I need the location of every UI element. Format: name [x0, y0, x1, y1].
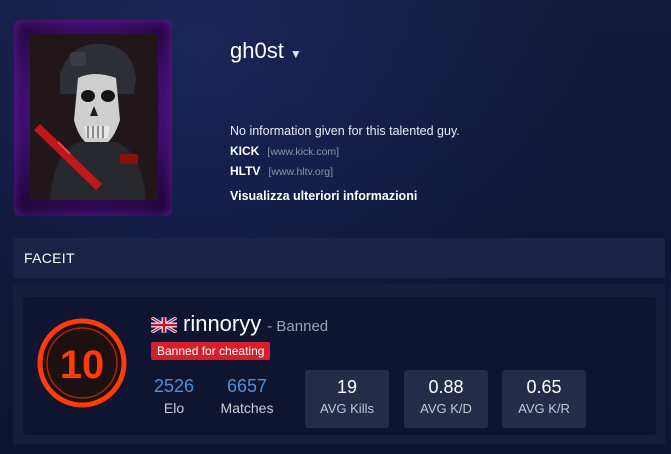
- stat-value: 0.65: [526, 377, 562, 397]
- stat-elo: 2526 Elo: [150, 376, 198, 416]
- stat-value: 0.88: [428, 377, 464, 397]
- stat-value: 2526: [153, 376, 195, 396]
- faceit-section-title: FACEIT: [24, 250, 75, 266]
- stat-box-avg-kr: 0.65 AVG K/R: [502, 370, 586, 428]
- ban-badge: Banned for cheating: [151, 342, 271, 360]
- stat-matches: 6657 Matches: [216, 376, 278, 416]
- profile-link-hltv[interactable]: HLTV [www.hltv.org]: [230, 164, 333, 178]
- faceit-level: 10: [60, 343, 105, 387]
- stat-label: AVG K/R: [518, 401, 570, 416]
- uk-flag-icon: [151, 317, 177, 333]
- stat-box-avg-kills: 19 AVG Kills: [305, 370, 389, 428]
- faceit-section-header: FACEIT: [13, 238, 665, 278]
- profile-name-dropdown[interactable]: gh0st ▼: [230, 38, 302, 64]
- profile-username: gh0st: [230, 38, 284, 63]
- avatar-image: [30, 34, 158, 200]
- stat-label: AVG Kills: [320, 401, 374, 416]
- faceit-status: - Banned: [267, 318, 329, 335]
- faceit-nickname: rinnoryy: [183, 311, 262, 336]
- stat-box-avg-kd: 0.88 AVG K/D: [404, 370, 488, 428]
- profile-link-kick[interactable]: KICK [www.kick.com]: [230, 144, 339, 158]
- faceit-level-badge: 10: [36, 317, 128, 409]
- faceit-player-name[interactable]: rinnoryy - Banned: [151, 311, 328, 337]
- more-info-link[interactable]: Visualizza ulteriori informazioni: [230, 189, 417, 203]
- stat-value: 19: [336, 377, 358, 397]
- level-ring-icon: 10: [37, 318, 127, 408]
- profile-summary: No information given for this talented g…: [230, 124, 460, 138]
- link-url: [www.kick.com]: [267, 146, 340, 158]
- avatar[interactable]: [30, 34, 158, 200]
- stat-label: Elo: [163, 400, 185, 416]
- link-url: [www.hltv.org]: [268, 166, 334, 178]
- stat-label: Matches: [220, 400, 274, 416]
- stat-label: AVG K/D: [420, 401, 472, 416]
- link-name: KICK: [230, 144, 260, 158]
- stat-value: 6657: [226, 376, 268, 396]
- chevron-down-icon: ▼: [289, 47, 302, 61]
- link-name: HLTV: [230, 164, 261, 178]
